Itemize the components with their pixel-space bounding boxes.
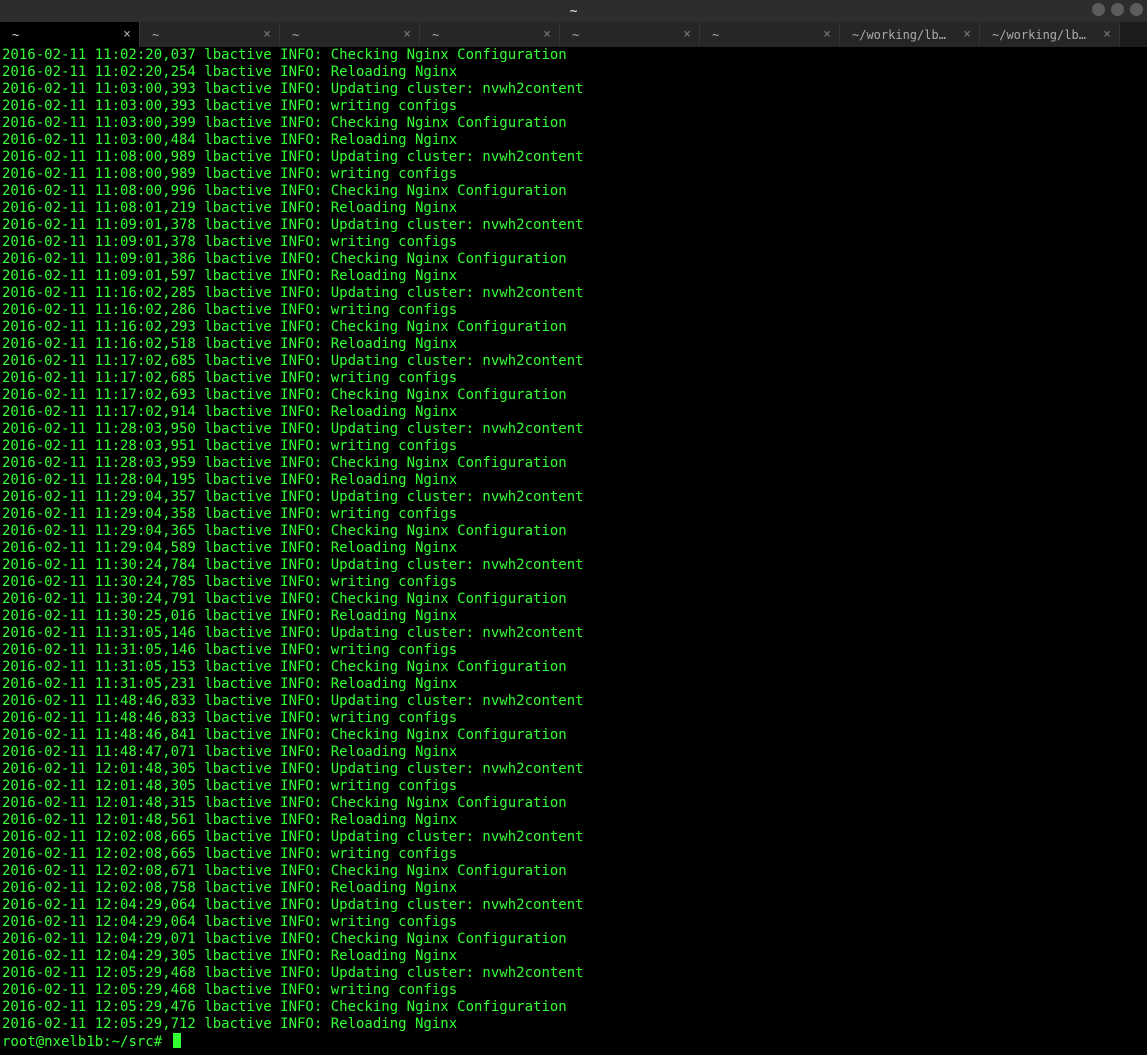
log-line: 2016-02-11 11:29:04,357 lbactive INFO: U… xyxy=(2,489,1145,506)
log-line: 2016-02-11 12:04:29,305 lbactive INFO: R… xyxy=(2,948,1145,965)
prompt-colon: : xyxy=(103,1034,111,1050)
log-line: 2016-02-11 11:16:02,285 lbactive INFO: U… xyxy=(2,285,1145,302)
tab-label: ~ xyxy=(292,28,397,42)
tabbar: ~×~×~×~×~×~×~/working/lb…×~/working/lb…× xyxy=(0,22,1147,47)
minimize-button[interactable] xyxy=(1092,3,1105,16)
tab-label: ~/working/lb… xyxy=(992,28,1097,42)
tab-label: ~/working/lb… xyxy=(852,28,957,42)
tab-label: ~ xyxy=(572,28,677,42)
tabbar-filler xyxy=(1120,22,1147,47)
log-line: 2016-02-11 11:08:01,219 lbactive INFO: R… xyxy=(2,200,1145,217)
titlebar: ~ xyxy=(0,0,1147,22)
log-line: 2016-02-11 11:03:00,393 lbactive INFO: U… xyxy=(2,81,1145,98)
log-line: 2016-02-11 12:05:29,712 lbactive INFO: R… xyxy=(2,1016,1145,1033)
log-line: 2016-02-11 12:01:48,561 lbactive INFO: R… xyxy=(2,812,1145,829)
log-line: 2016-02-11 12:01:48,305 lbactive INFO: w… xyxy=(2,778,1145,795)
log-line: 2016-02-11 11:31:05,231 lbactive INFO: R… xyxy=(2,676,1145,693)
log-line: 2016-02-11 11:48:46,833 lbactive INFO: w… xyxy=(2,710,1145,727)
prompt-path: ~/src xyxy=(112,1034,154,1050)
tab-label: ~ xyxy=(152,28,257,42)
close-icon[interactable]: × xyxy=(123,28,131,41)
log-line: 2016-02-11 11:30:24,784 lbactive INFO: U… xyxy=(2,557,1145,574)
log-line: 2016-02-11 11:03:00,393 lbactive INFO: w… xyxy=(2,98,1145,115)
log-line: 2016-02-11 11:09:01,378 lbactive INFO: w… xyxy=(2,234,1145,251)
tab-label: ~ xyxy=(432,28,537,42)
log-line: 2016-02-11 11:16:02,518 lbactive INFO: R… xyxy=(2,336,1145,353)
prompt-line[interactable]: root@nxelb1b:~/src# xyxy=(2,1033,1145,1051)
log-line: 2016-02-11 11:08:00,996 lbactive INFO: C… xyxy=(2,183,1145,200)
tab-1[interactable]: ~× xyxy=(140,22,280,47)
maximize-button[interactable] xyxy=(1111,3,1124,16)
tab-label: ~ xyxy=(12,28,117,42)
log-line: 2016-02-11 11:03:00,484 lbactive INFO: R… xyxy=(2,132,1145,149)
log-line: 2016-02-11 11:28:04,195 lbactive INFO: R… xyxy=(2,472,1145,489)
log-line: 2016-02-11 12:04:29,064 lbactive INFO: U… xyxy=(2,897,1145,914)
close-icon[interactable]: × xyxy=(403,28,411,41)
close-icon[interactable]: × xyxy=(263,28,271,41)
close-icon[interactable]: × xyxy=(823,28,831,41)
close-icon[interactable]: × xyxy=(543,28,551,41)
tab-4[interactable]: ~× xyxy=(560,22,700,47)
log-line: 2016-02-11 12:05:29,468 lbactive INFO: w… xyxy=(2,982,1145,999)
log-line: 2016-02-11 12:01:48,315 lbactive INFO: C… xyxy=(2,795,1145,812)
log-line: 2016-02-11 11:02:20,254 lbactive INFO: R… xyxy=(2,64,1145,81)
log-line: 2016-02-11 12:04:29,064 lbactive INFO: w… xyxy=(2,914,1145,931)
log-line: 2016-02-11 11:17:02,914 lbactive INFO: R… xyxy=(2,404,1145,421)
log-line: 2016-02-11 11:31:05,146 lbactive INFO: w… xyxy=(2,642,1145,659)
log-line: 2016-02-11 12:05:29,476 lbactive INFO: C… xyxy=(2,999,1145,1016)
prompt-symbol: # xyxy=(154,1034,171,1050)
log-line: 2016-02-11 11:29:04,365 lbactive INFO: C… xyxy=(2,523,1145,540)
log-line: 2016-02-11 11:17:02,685 lbactive INFO: w… xyxy=(2,370,1145,387)
log-line: 2016-02-11 11:31:05,153 lbactive INFO: C… xyxy=(2,659,1145,676)
log-line: 2016-02-11 11:48:46,841 lbactive INFO: C… xyxy=(2,727,1145,744)
log-line: 2016-02-11 11:29:04,589 lbactive INFO: R… xyxy=(2,540,1145,557)
close-button[interactable] xyxy=(1130,3,1143,16)
log-line: 2016-02-11 11:16:02,293 lbactive INFO: C… xyxy=(2,319,1145,336)
tab-6[interactable]: ~/working/lb… × xyxy=(840,22,980,47)
close-icon[interactable]: × xyxy=(963,28,971,41)
log-line: 2016-02-11 11:30:24,791 lbactive INFO: C… xyxy=(2,591,1145,608)
log-line: 2016-02-11 12:04:29,071 lbactive INFO: C… xyxy=(2,931,1145,948)
tab-2[interactable]: ~× xyxy=(280,22,420,47)
tab-5[interactable]: ~× xyxy=(700,22,840,47)
log-line: 2016-02-11 12:02:08,665 lbactive INFO: w… xyxy=(2,846,1145,863)
log-line: 2016-02-11 11:09:01,378 lbactive INFO: U… xyxy=(2,217,1145,234)
log-line: 2016-02-11 11:28:03,950 lbactive INFO: U… xyxy=(2,421,1145,438)
log-line: 2016-02-11 11:28:03,951 lbactive INFO: w… xyxy=(2,438,1145,455)
log-line: 2016-02-11 11:17:02,693 lbactive INFO: C… xyxy=(2,387,1145,404)
log-line: 2016-02-11 11:29:04,358 lbactive INFO: w… xyxy=(2,506,1145,523)
log-line: 2016-02-11 11:31:05,146 lbactive INFO: U… xyxy=(2,625,1145,642)
terminal-output[interactable]: 2016-02-11 11:02:20,037 lbactive INFO: C… xyxy=(0,47,1147,1055)
window-title: ~ xyxy=(570,4,578,19)
log-line: 2016-02-11 11:08:00,989 lbactive INFO: w… xyxy=(2,166,1145,183)
log-line: 2016-02-11 11:48:46,833 lbactive INFO: U… xyxy=(2,693,1145,710)
close-icon[interactable]: × xyxy=(683,28,691,41)
window-controls xyxy=(1092,3,1143,16)
close-icon[interactable]: × xyxy=(1103,28,1111,41)
log-line: 2016-02-11 12:02:08,671 lbactive INFO: C… xyxy=(2,863,1145,880)
tab-label: ~ xyxy=(712,28,817,42)
log-line: 2016-02-11 11:03:00,399 lbactive INFO: C… xyxy=(2,115,1145,132)
log-line: 2016-02-11 11:02:20,037 lbactive INFO: C… xyxy=(2,47,1145,64)
tab-0[interactable]: ~× xyxy=(0,22,140,47)
tab-7[interactable]: ~/working/lb… × xyxy=(980,22,1120,47)
log-line: 2016-02-11 11:17:02,685 lbactive INFO: U… xyxy=(2,353,1145,370)
log-line: 2016-02-11 11:09:01,597 lbactive INFO: R… xyxy=(2,268,1145,285)
log-line: 2016-02-11 12:05:29,468 lbactive INFO: U… xyxy=(2,965,1145,982)
cursor-icon xyxy=(173,1033,181,1048)
log-line: 2016-02-11 11:28:03,959 lbactive INFO: C… xyxy=(2,455,1145,472)
log-line: 2016-02-11 11:48:47,071 lbactive INFO: R… xyxy=(2,744,1145,761)
log-line: 2016-02-11 12:02:08,665 lbactive INFO: U… xyxy=(2,829,1145,846)
log-line: 2016-02-11 11:30:24,785 lbactive INFO: w… xyxy=(2,574,1145,591)
prompt-user-host: root@nxelb1b xyxy=(2,1034,103,1050)
log-line: 2016-02-11 11:16:02,286 lbactive INFO: w… xyxy=(2,302,1145,319)
log-line: 2016-02-11 11:30:25,016 lbactive INFO: R… xyxy=(2,608,1145,625)
log-line: 2016-02-11 11:08:00,989 lbactive INFO: U… xyxy=(2,149,1145,166)
tab-3[interactable]: ~× xyxy=(420,22,560,47)
log-line: 2016-02-11 11:09:01,386 lbactive INFO: C… xyxy=(2,251,1145,268)
log-line: 2016-02-11 12:02:08,758 lbactive INFO: R… xyxy=(2,880,1145,897)
log-line: 2016-02-11 12:01:48,305 lbactive INFO: U… xyxy=(2,761,1145,778)
